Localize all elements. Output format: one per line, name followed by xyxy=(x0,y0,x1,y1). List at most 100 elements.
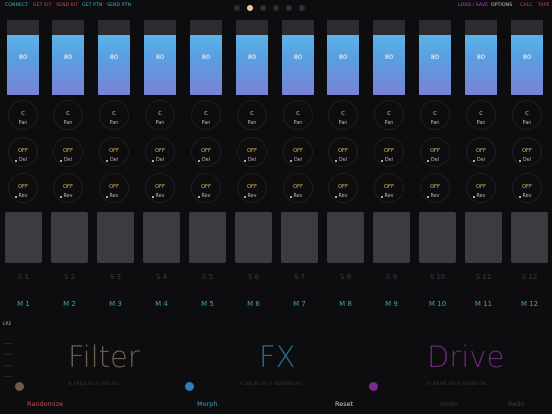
snapshot-label[interactable]: S 10 xyxy=(419,273,456,281)
get-kit-button[interactable]: GET KIT xyxy=(33,3,52,8)
pan-knob[interactable]: C Pan xyxy=(512,100,542,130)
trigger-pad[interactable] xyxy=(143,212,180,263)
snapshot-label[interactable]: S 7 xyxy=(281,273,318,281)
reset-button[interactable]: Reset xyxy=(335,400,353,408)
pan-knob[interactable]: C Pan xyxy=(283,100,313,130)
morph-target-button[interactable]: M 11 xyxy=(465,300,502,308)
snapshot-label[interactable]: S 2 xyxy=(51,273,88,281)
pan-knob[interactable]: C Pan xyxy=(374,100,404,130)
reverb-knob[interactable]: OFF Rev xyxy=(191,173,221,203)
trigger-pad[interactable] xyxy=(465,212,502,263)
undo-button[interactable]: Undo xyxy=(440,400,457,408)
trigger-pad[interactable] xyxy=(419,212,456,263)
pan-knob[interactable]: C Pan xyxy=(420,100,450,130)
morph-button[interactable]: Morph xyxy=(197,400,218,408)
reverb-knob[interactable]: OFF Rev xyxy=(374,173,404,203)
trigger-pad[interactable] xyxy=(373,212,410,263)
trigger-pad[interactable] xyxy=(97,212,134,263)
volume-fader[interactable]: 80 xyxy=(144,20,176,95)
morph-target-button[interactable]: M 6 xyxy=(235,300,272,308)
get-ptn-button[interactable]: GET PTN xyxy=(82,3,102,8)
delay-knob[interactable]: OFF Del xyxy=(283,137,313,167)
volume-fader[interactable]: 80 xyxy=(190,20,222,95)
page-dot[interactable] xyxy=(286,5,292,11)
volume-fader[interactable]: 80 xyxy=(98,20,130,95)
volume-fader[interactable]: 80 xyxy=(373,20,405,95)
morph-target-button[interactable]: M 4 xyxy=(143,300,180,308)
send-kit-button[interactable]: SEND KIT xyxy=(56,3,78,8)
pan-knob[interactable]: C Pan xyxy=(53,100,83,130)
reverb-knob[interactable]: OFF Rev xyxy=(283,173,313,203)
filter-xy-handle[interactable] xyxy=(15,382,24,391)
trigger-pad[interactable] xyxy=(327,212,364,263)
drive-xy-handle[interactable] xyxy=(369,382,378,391)
delay-knob[interactable]: OFF Del xyxy=(420,137,450,167)
trigger-pad[interactable] xyxy=(281,212,318,263)
volume-fader[interactable]: 80 xyxy=(465,20,497,95)
morph-target-button[interactable]: M 1 xyxy=(5,300,42,308)
pan-knob[interactable]: C Pan xyxy=(8,100,38,130)
load-save-button[interactable]: LOAD / SAVE xyxy=(458,3,488,8)
delay-knob[interactable]: OFF Del xyxy=(512,137,542,167)
pan-knob[interactable]: C Pan xyxy=(191,100,221,130)
morph-target-button[interactable]: M 10 xyxy=(419,300,456,308)
volume-fader[interactable]: 80 xyxy=(236,20,268,95)
reverb-knob[interactable]: OFF Rev xyxy=(512,173,542,203)
delay-knob[interactable]: OFF Del xyxy=(8,137,38,167)
reverb-knob[interactable]: OFF Rev xyxy=(420,173,450,203)
pan-knob[interactable]: C Pan xyxy=(145,100,175,130)
page-dot[interactable] xyxy=(273,5,279,11)
snapshot-label[interactable]: S 11 xyxy=(465,273,502,281)
snapshot-label[interactable]: S 3 xyxy=(97,273,134,281)
reverb-knob[interactable]: OFF Rev xyxy=(328,173,358,203)
trigger-pad[interactable] xyxy=(5,212,42,263)
delay-knob[interactable]: OFF Del xyxy=(374,137,404,167)
delay-knob[interactable]: OFF Del xyxy=(99,137,129,167)
volume-fader[interactable]: 80 xyxy=(327,20,359,95)
pan-knob[interactable]: C Pan xyxy=(237,100,267,130)
morph-target-button[interactable]: M 5 xyxy=(189,300,226,308)
volume-fader[interactable]: 80 xyxy=(511,20,543,95)
reverb-knob[interactable]: OFF Rev xyxy=(99,173,129,203)
pan-knob[interactable]: C Pan xyxy=(328,100,358,130)
reverb-knob[interactable]: OFF Rev xyxy=(145,173,175,203)
tape-button[interactable]: TAPE xyxy=(538,3,550,8)
page-dot[interactable] xyxy=(247,5,253,11)
snapshot-label[interactable]: S 12 xyxy=(511,273,548,281)
filter-type-label[interactable]: LP2 xyxy=(3,322,11,327)
snapshot-label[interactable]: S 9 xyxy=(373,273,410,281)
volume-fader[interactable]: 80 xyxy=(282,20,314,95)
page-dot[interactable] xyxy=(234,5,240,11)
volume-fader[interactable]: 80 xyxy=(52,20,84,95)
pan-knob[interactable]: C Pan xyxy=(99,100,129,130)
delay-knob[interactable]: OFF Del xyxy=(145,137,175,167)
morph-target-button[interactable]: M 8 xyxy=(327,300,364,308)
page-dot[interactable] xyxy=(299,5,305,11)
delay-knob[interactable]: OFF Del xyxy=(191,137,221,167)
pan-knob[interactable]: C Pan xyxy=(466,100,496,130)
morph-target-button[interactable]: M 12 xyxy=(511,300,548,308)
snapshot-label[interactable]: S 6 xyxy=(235,273,272,281)
morph-target-button[interactable]: M 3 xyxy=(97,300,134,308)
snapshot-label[interactable]: S 4 xyxy=(143,273,180,281)
delay-knob[interactable]: OFF Del xyxy=(237,137,267,167)
page-dot[interactable] xyxy=(260,5,266,11)
morph-target-button[interactable]: M 7 xyxy=(281,300,318,308)
randomize-button[interactable]: Randomize xyxy=(27,400,63,408)
trigger-pad[interactable] xyxy=(51,212,88,263)
calc-button[interactable]: CALC xyxy=(520,3,533,8)
snapshot-label[interactable]: S 5 xyxy=(189,273,226,281)
reverb-knob[interactable]: OFF Rev xyxy=(8,173,38,203)
reverb-knob[interactable]: OFF Rev xyxy=(53,173,83,203)
volume-fader[interactable]: 80 xyxy=(419,20,451,95)
delay-knob[interactable]: OFF Del xyxy=(328,137,358,167)
morph-target-button[interactable]: M 9 xyxy=(373,300,410,308)
volume-fader[interactable]: 80 xyxy=(7,20,39,95)
reverb-knob[interactable]: OFF Rev xyxy=(237,173,267,203)
fx-xy-handle[interactable] xyxy=(185,382,194,391)
send-ptn-button[interactable]: SEND PTN xyxy=(107,3,131,8)
connect-button[interactable]: CONNECT xyxy=(5,3,28,8)
delay-knob[interactable]: OFF Del xyxy=(53,137,83,167)
redo-button[interactable]: Redo xyxy=(508,400,524,408)
trigger-pad[interactable] xyxy=(189,212,226,263)
